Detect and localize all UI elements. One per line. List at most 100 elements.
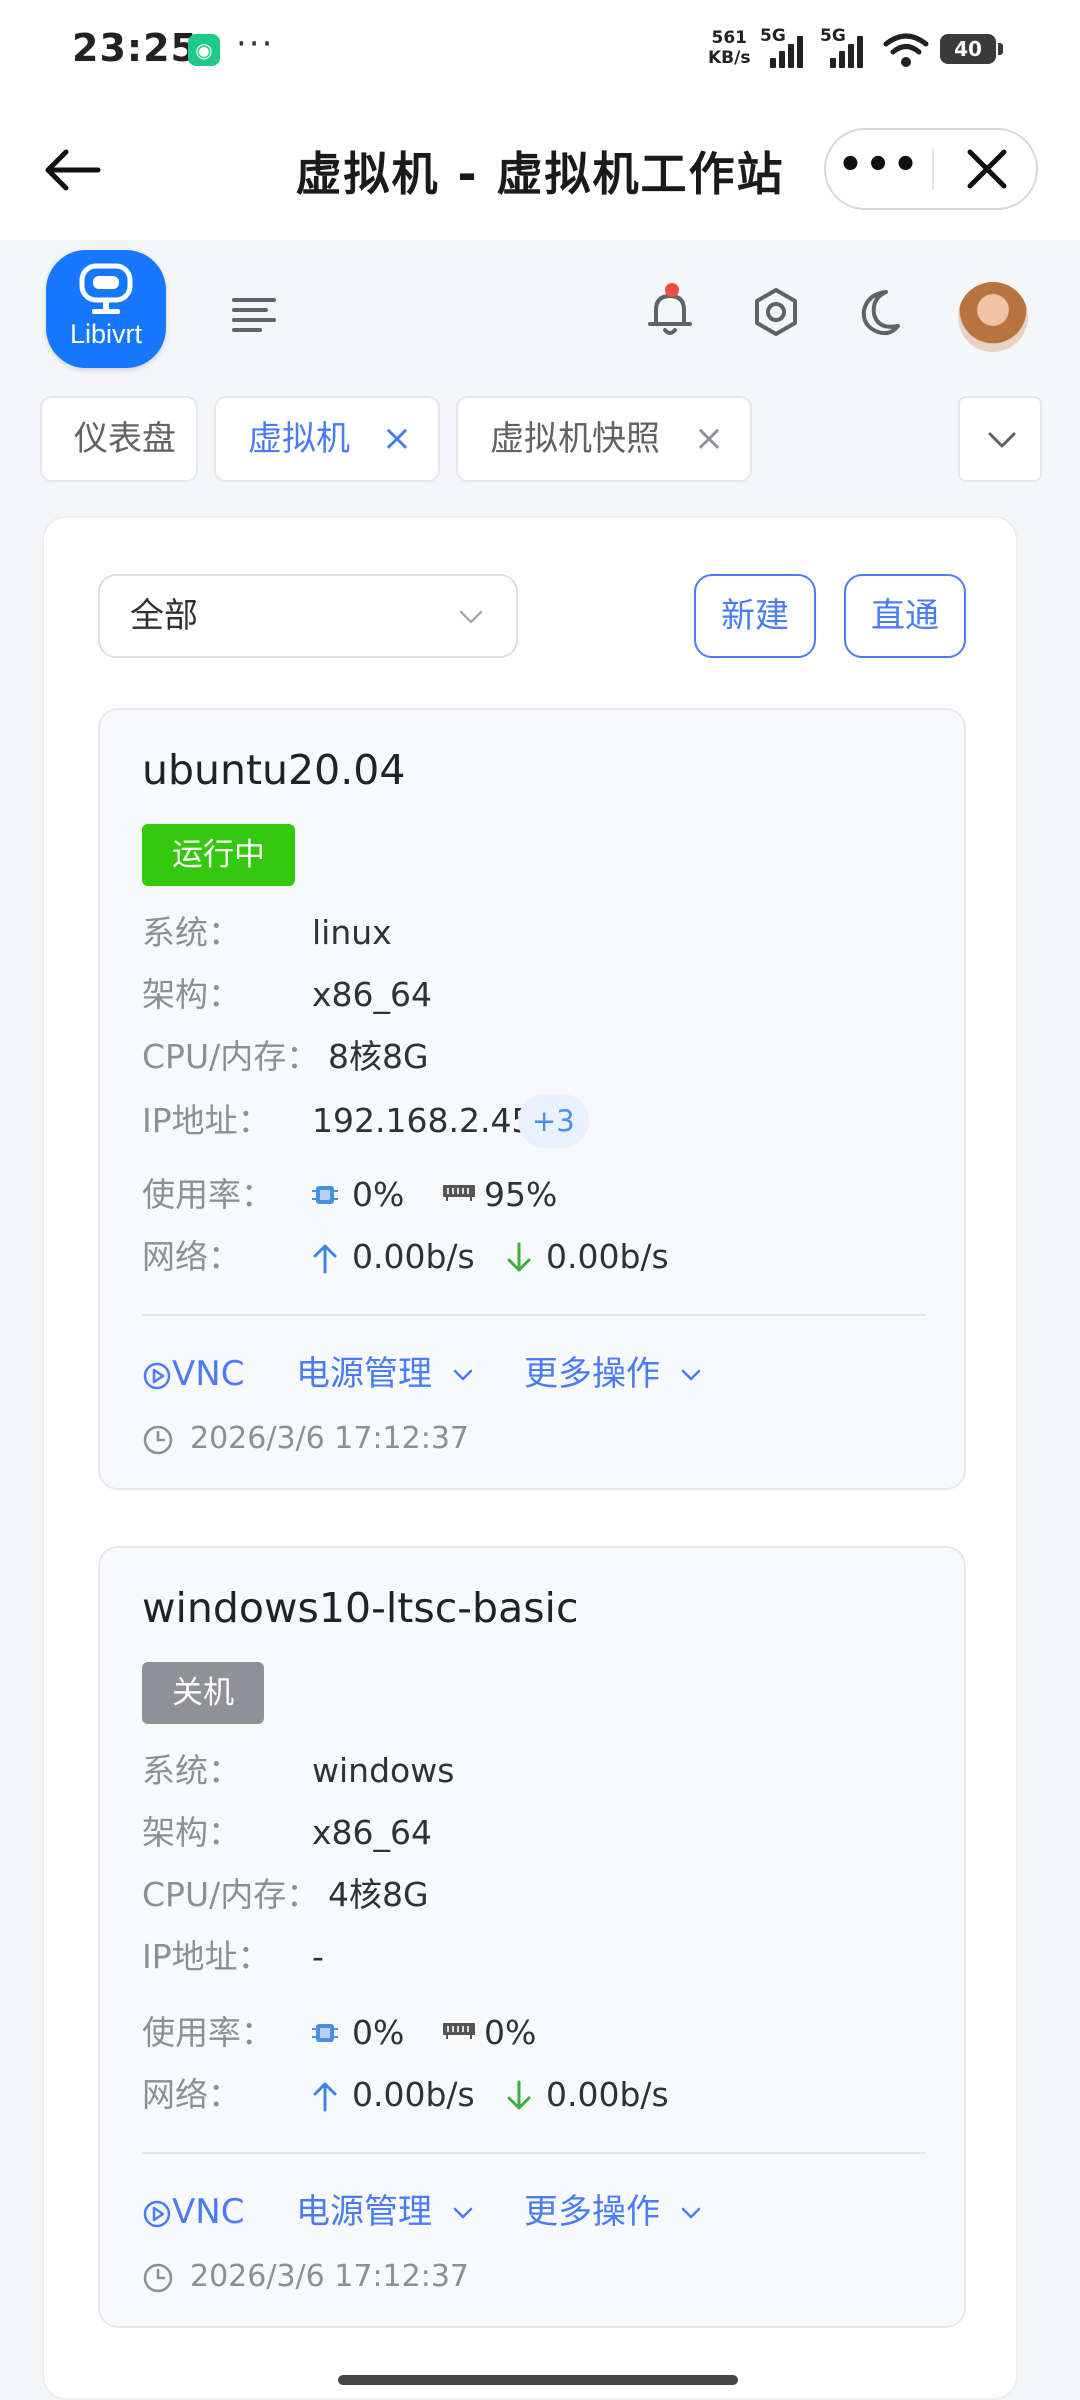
upload-arrow-icon: [313, 2082, 337, 2112]
wifi-icon: [883, 33, 929, 67]
app-header: Libivrt: [0, 240, 1080, 390]
notification-bell-icon[interactable]: [640, 282, 700, 342]
vm-name: ubuntu20.04: [142, 746, 406, 794]
cpu-usage-value: 0%: [352, 1175, 405, 1214]
upload-speed-value: 0.00b/s: [352, 1237, 475, 1276]
menu-toggle-icon[interactable]: [230, 294, 280, 334]
capsule-menu: •••: [824, 128, 1038, 210]
home-indicator[interactable]: [338, 2375, 738, 2385]
cpu-chip-icon: [312, 2024, 338, 2042]
filter-value: 全部: [130, 596, 198, 636]
play-circle-icon: [143, 2200, 171, 2227]
chevron-down-icon: [681, 2207, 701, 2218]
network-row: 网络： 0.00b/s 0.00b/s: [142, 2070, 742, 2120]
chevron-down-icon: [988, 432, 1016, 448]
more-actions-label: 更多操作: [524, 1354, 660, 1394]
memory-usage-value: 0%: [484, 2013, 537, 2052]
settings-hexagon-icon[interactable]: [746, 282, 806, 342]
more-options-button[interactable]: •••: [826, 130, 932, 208]
more-actions-button[interactable]: 更多操作: [524, 2184, 711, 2240]
tab-dashboard[interactable]: 仪表盘: [40, 396, 198, 482]
vm-list-panel: 全部 新建 直通 ubuntu20.04 运行中 系统： linux 架构： x…: [42, 516, 1018, 2400]
status-time: 23:25: [72, 26, 198, 70]
vnc-label: VNC: [172, 2192, 245, 2232]
chevron-down-icon: [453, 1369, 473, 1380]
dark-mode-moon-icon[interactable]: [852, 282, 912, 342]
cpu-mem-label: CPU/内存：: [142, 1875, 320, 1914]
status-filter-select[interactable]: 全部: [98, 574, 518, 658]
os-label: 系统：: [142, 913, 241, 952]
upload-arrow-icon: [313, 1244, 337, 1274]
libvirt-logo[interactable]: Libivrt: [46, 250, 166, 368]
usage-label: 使用率：: [142, 2013, 274, 2052]
logo-text: Libivrt: [69, 319, 143, 349]
clock-icon: [143, 1425, 173, 1455]
tab-vm-snapshot[interactable]: 虚拟机快照 ×: [456, 396, 752, 482]
created-time: 2026/3/6 17:12:37: [190, 1421, 470, 1456]
chevron-down-icon: [681, 1369, 701, 1380]
passthrough-button[interactable]: 直通: [844, 574, 966, 658]
arch-value: x86_64: [312, 975, 433, 1014]
network-label: 网络：: [142, 2075, 241, 2114]
power-menu-button[interactable]: 电源管理: [296, 2184, 483, 2240]
status-badge: 关机: [142, 1662, 264, 1724]
monitor-logo-icon: [79, 263, 133, 314]
close-icon[interactable]: [936, 130, 1038, 208]
usage-label: 使用率：: [142, 1175, 274, 1214]
tab-vm[interactable]: 虚拟机 ×: [214, 396, 440, 482]
tabs-dropdown-button[interactable]: [958, 396, 1042, 482]
vnc-button[interactable]: VNC: [142, 2184, 244, 2240]
vm-card[interactable]: ubuntu20.04 运行中 系统： linux 架构： x86_64 CPU…: [98, 708, 966, 1490]
memory-usage-value: 95%: [484, 1175, 558, 1214]
vnc-label: VNC: [172, 1354, 245, 1394]
usage-row: 使用率： 0% 0%: [142, 2008, 642, 2058]
signal-icon-2: [830, 34, 870, 68]
clock-icon: [143, 2263, 173, 2293]
ip-label: IP地址：: [142, 1937, 271, 1976]
usage-row: 使用率： 0% 95%: [142, 1170, 642, 1220]
status-badge: 运行中: [142, 824, 295, 886]
signal-icon-1: [770, 34, 810, 68]
app-notification-icon: ◉: [188, 34, 220, 66]
tab-close-icon[interactable]: ×: [694, 398, 724, 480]
created-time: 2026/3/6 17:12:37: [190, 2259, 470, 2294]
ip-value: 192.168.2.45: [312, 1101, 533, 1140]
more-actions-label: 更多操作: [524, 2192, 660, 2232]
vm-card[interactable]: windows10-ltsc-basic 关机 系统： windows 架构： …: [98, 1546, 966, 2328]
network-speed-unit: KB/s: [708, 48, 751, 68]
user-avatar[interactable]: [958, 282, 1028, 352]
os-value: windows: [312, 1751, 455, 1790]
cpu-usage-value: 0%: [352, 2013, 405, 2052]
power-menu-button[interactable]: 电源管理: [296, 1346, 483, 1402]
vnc-button[interactable]: VNC: [142, 1346, 244, 1402]
chevron-down-icon: [459, 610, 483, 624]
upload-speed-value: 0.00b/s: [352, 2075, 475, 2114]
cpu-mem-label: CPU/内存：: [142, 1037, 320, 1076]
ip-value: -: [312, 1937, 324, 1976]
ip-label: IP地址：: [142, 1101, 271, 1140]
more-actions-button[interactable]: 更多操作: [524, 1346, 711, 1402]
cpu-mem-value: 8核8G: [328, 1037, 429, 1076]
ip-more-tag[interactable]: +3: [518, 1094, 589, 1148]
arch-label: 架构：: [142, 975, 241, 1014]
power-label: 电源管理: [296, 2192, 432, 2232]
tab-label: 虚拟机: [248, 419, 350, 459]
network-speed-value: 561: [711, 28, 747, 48]
os-label: 系统：: [142, 1751, 241, 1790]
mini-program-titlebar: 虚拟机 - 虚拟机工作站 •••: [0, 100, 1080, 240]
network-speed: 561 KB/s: [708, 28, 750, 68]
vm-name: windows10-ltsc-basic: [142, 1584, 579, 1632]
battery-indicator: 40: [940, 34, 1003, 64]
download-speed-value: 0.00b/s: [546, 2075, 669, 2114]
capsule-divider: [932, 148, 934, 190]
card-divider: [142, 2152, 926, 2154]
play-circle-icon: [143, 1362, 171, 1389]
new-vm-button[interactable]: 新建: [694, 574, 816, 658]
status-bar: 23:25 ◉ ··· 561 KB/s 5G 5G 40: [0, 0, 1080, 100]
network-row: 网络： 0.00b/s 0.00b/s: [142, 1232, 742, 1282]
cpu-mem-value: 4核8G: [328, 1875, 429, 1914]
tab-label: 仪表盘: [74, 419, 176, 459]
card-divider: [142, 1314, 926, 1316]
chevron-down-icon: [453, 2207, 473, 2218]
tab-close-icon[interactable]: ×: [382, 398, 412, 480]
